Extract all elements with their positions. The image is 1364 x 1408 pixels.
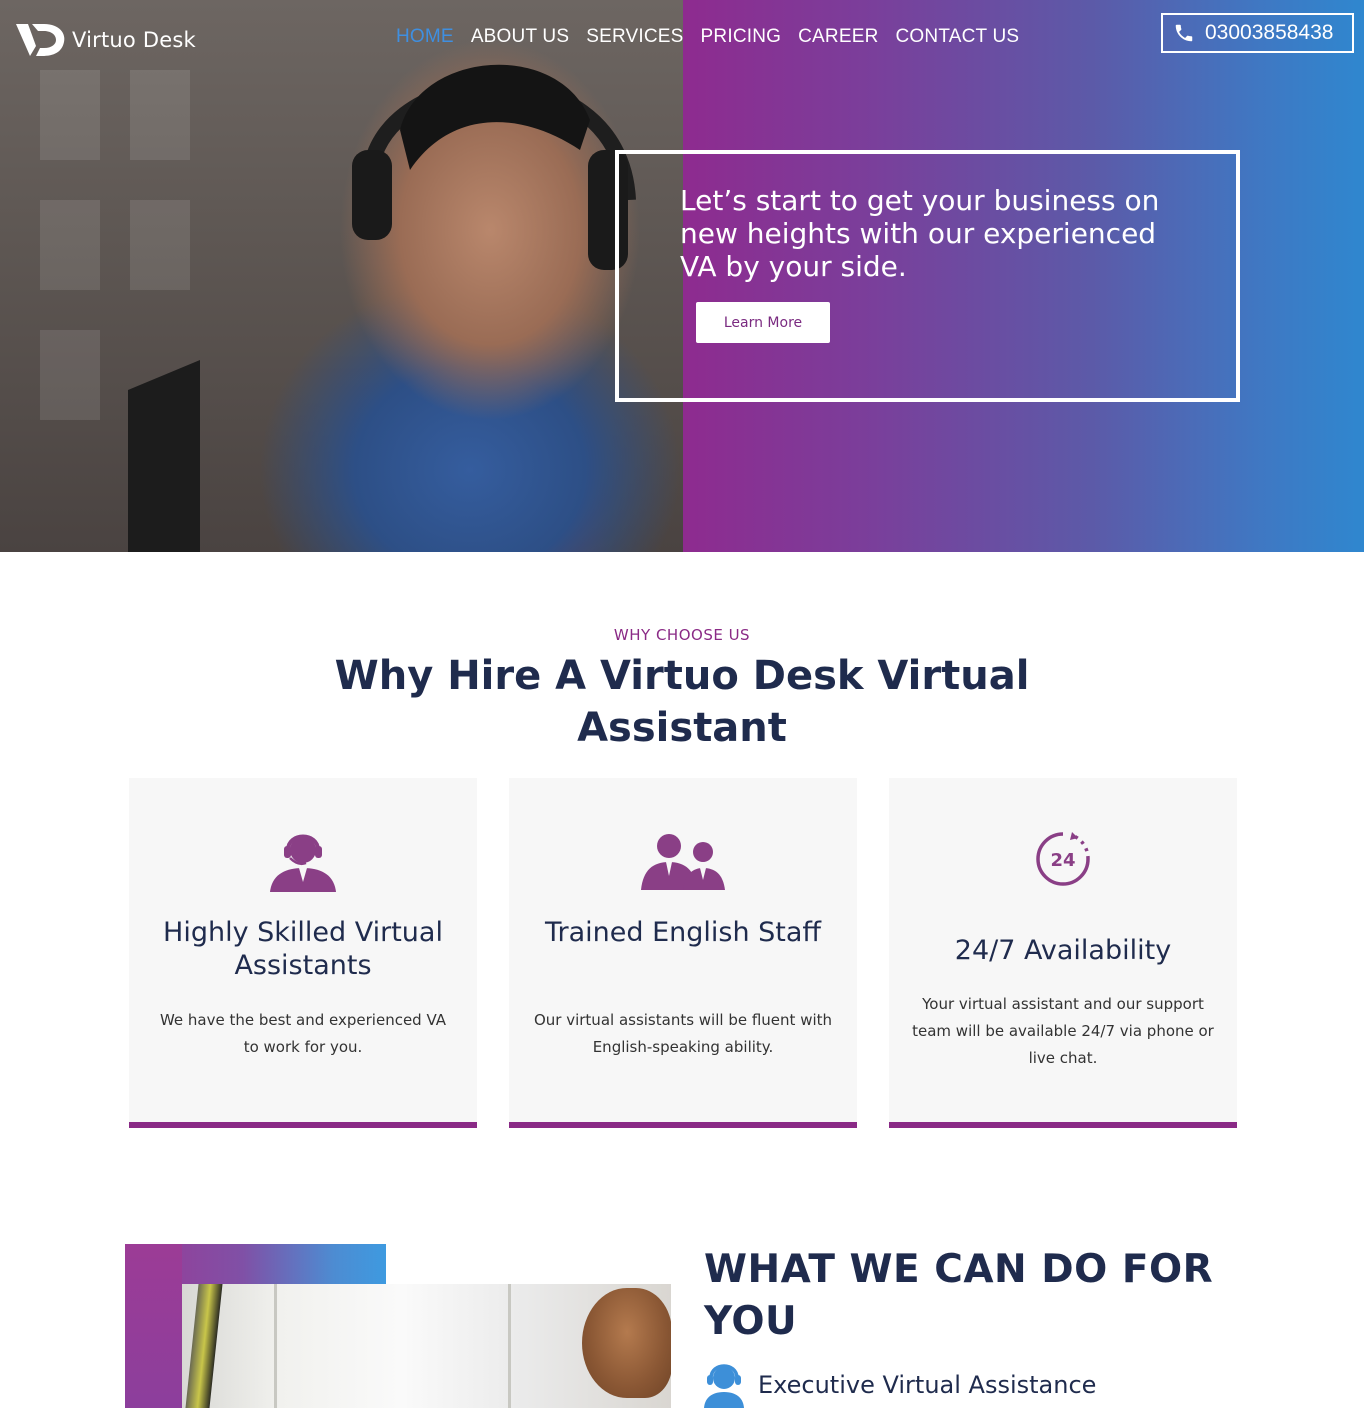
feature-card-english-staff: Trained English Staff Our virtual assist… bbox=[509, 778, 857, 1128]
phone-icon bbox=[1175, 24, 1193, 42]
svg-text:24: 24 bbox=[1050, 850, 1075, 871]
brand-name: Virtuo Desk bbox=[72, 28, 196, 52]
section-eyebrow: WHY CHOOSE US bbox=[613, 626, 751, 644]
what-we-do-title: WHAT WE CAN DO FOR YOU bbox=[704, 1247, 1214, 1344]
section-title: Why Hire A Virtuo Desk Virtual Assistant bbox=[334, 653, 1030, 751]
learn-more-button[interactable]: Learn More bbox=[696, 302, 830, 343]
headset-agent-icon bbox=[129, 830, 477, 894]
feature-card-title: Highly Skilled Virtual Assistants bbox=[163, 917, 443, 981]
feature-card-skilled-assistants: Highly Skilled Virtual Assistants We hav… bbox=[129, 778, 477, 1128]
feature-card-desc: Your virtual assistant and our support t… bbox=[912, 995, 1214, 1067]
nav-pricing[interactable]: PRICING bbox=[701, 26, 782, 48]
image-accent-frame-left bbox=[125, 1244, 182, 1408]
24-hours-icon: 24 bbox=[889, 830, 1237, 894]
feature-card-desc: We have the best and experienced VA to w… bbox=[159, 1011, 447, 1056]
nav-services[interactable]: SERVICES bbox=[586, 26, 683, 48]
phone-call-button[interactable]: 03003858438 bbox=[1161, 13, 1354, 53]
main-navigation: HOME ABOUT US SERVICES PRICING CAREER CO… bbox=[396, 26, 1036, 48]
nav-career[interactable]: CAREER bbox=[798, 26, 878, 48]
brand-logo[interactable]: Virtuo Desk bbox=[14, 20, 196, 60]
feature-card-title: Trained English Staff bbox=[544, 917, 822, 948]
hero-banner: Virtuo Desk HOME ABOUT US SERVICES PRICI… bbox=[0, 0, 1364, 552]
support-agent-icon bbox=[704, 1364, 744, 1408]
nav-home[interactable]: HOME bbox=[396, 26, 454, 48]
virtuo-desk-logo-icon bbox=[16, 24, 65, 56]
service-item-executive-va[interactable]: Executive Virtual Assistance bbox=[702, 1362, 1096, 1408]
feature-card-desc: Our virtual assistants will be fluent wi… bbox=[533, 1011, 833, 1056]
service-label: Executive Virtual Assistance bbox=[758, 1371, 1097, 1399]
feature-card-title: 24/7 Availability bbox=[954, 935, 1172, 966]
team-staff-icon bbox=[509, 830, 857, 894]
hero-heading: Let’s start to get your business on new … bbox=[680, 184, 1160, 283]
office-photo bbox=[182, 1284, 671, 1408]
feature-card-availability: 24 24/7 Availability Your virtual assist… bbox=[889, 778, 1237, 1128]
nav-about-us[interactable]: ABOUT US bbox=[471, 26, 569, 48]
nav-contact-us[interactable]: CONTACT US bbox=[896, 26, 1020, 48]
hero-photo-agent-with-headset bbox=[0, 0, 683, 552]
phone-number: 03003858438 bbox=[1205, 21, 1334, 44]
